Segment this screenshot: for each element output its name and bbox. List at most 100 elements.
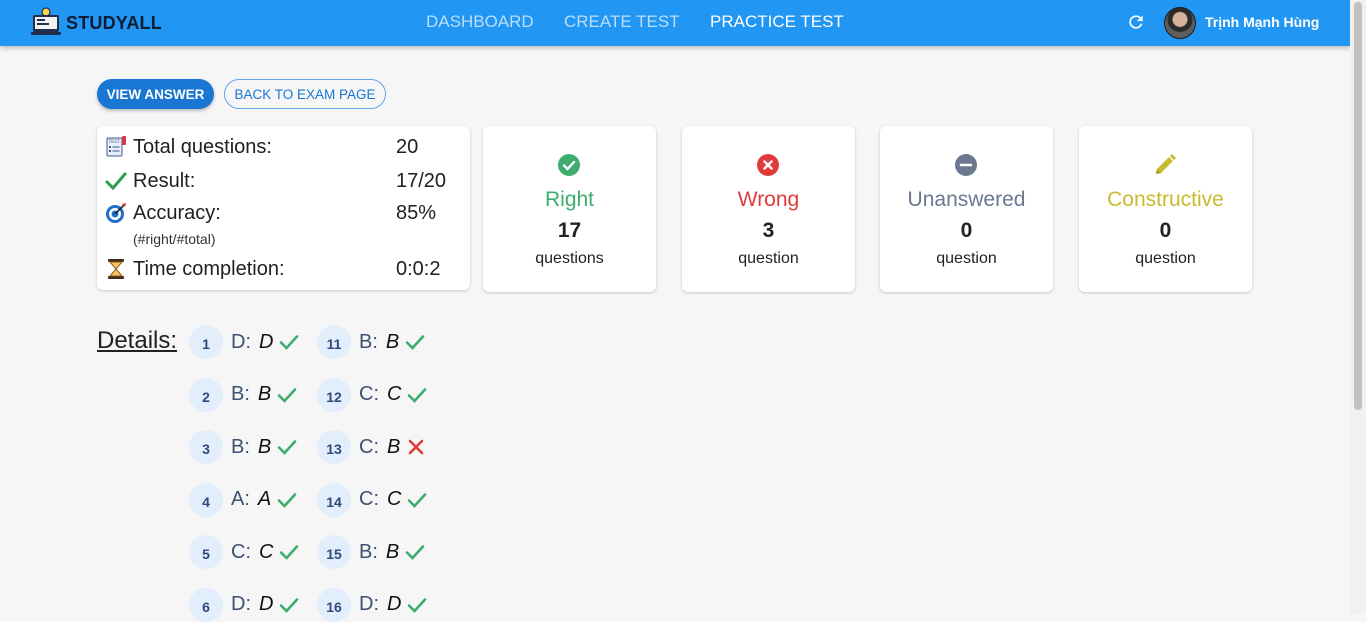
correct-key: B [231, 435, 245, 458]
question-number-badge[interactable]: 14 [317, 482, 351, 517]
avatar[interactable] [1164, 7, 1196, 39]
question-number-badge[interactable]: 13 [317, 430, 351, 464]
scrollbar-thumb[interactable] [1354, 2, 1362, 410]
question-number-badge[interactable]: 16 [317, 587, 351, 622]
accuracy-value: 85% [396, 202, 437, 224]
test-sheet-icon: TEST [106, 136, 126, 157]
correct-key: B [359, 330, 373, 353]
top-navbar: STUDYALL DASHBOARD CREATE TEST PRACTICE … [0, 0, 1350, 46]
correct-key: D [231, 330, 246, 353]
details-label: Details: [97, 327, 178, 354]
result-label: Result: [133, 169, 196, 192]
answer-item[interactable]: 5C:C [189, 535, 299, 569]
result-row: Result: [105, 169, 195, 193]
correct-check-icon [277, 492, 297, 508]
selected-answer: D [259, 330, 274, 353]
key-separator: : [245, 540, 252, 563]
answer-item[interactable]: 4A:A [189, 482, 297, 517]
correct-check-icon [280, 597, 299, 613]
correct-check-icon [408, 387, 427, 403]
stat-unit-unanswered: question [936, 250, 997, 267]
key-separator: : [373, 383, 380, 405]
user-name[interactable]: Trịnh Mạnh Hùng [1205, 14, 1319, 30]
selected-answer: D [259, 593, 274, 615]
key-separator: : [245, 593, 252, 615]
key-separator: : [372, 330, 378, 353]
nav-dashboard[interactable]: DASHBOARD [426, 12, 534, 32]
correct-key: C [231, 540, 246, 563]
vertical-scrollbar[interactable] [1350, 0, 1366, 614]
question-number-badge[interactable]: 5 [189, 535, 223, 569]
minus-circle-icon [955, 154, 977, 176]
stat-count-wrong: 3 [762, 219, 775, 242]
view-answer-button[interactable]: VIEW ANSWER [97, 79, 214, 109]
question-number-badge[interactable]: 11 [317, 325, 351, 359]
key-separator: : [372, 540, 378, 563]
pencil-icon [1156, 154, 1176, 174]
stat-card-wrong: Wrong 3 question [682, 126, 855, 292]
question-number-badge[interactable]: 2 [189, 377, 223, 412]
studyall-logo-icon [31, 7, 61, 35]
answer-item[interactable]: 6D:D [189, 587, 299, 622]
nav-create-test[interactable]: CREATE TEST [564, 12, 680, 32]
time-completion-row: Time completion: [105, 257, 285, 281]
correct-check-icon [408, 597, 427, 613]
answer-item[interactable]: 15 B: B [317, 535, 425, 569]
correct-key: D [231, 593, 246, 615]
svg-text:TEST: TEST [108, 139, 120, 145]
correct-key: B [231, 383, 245, 405]
stat-card-constructive: Constructive 0 question [1079, 126, 1252, 292]
answer-item[interactable]: 12 C: C [317, 377, 427, 412]
correct-key: C [359, 435, 374, 458]
answer-item[interactable]: 1D:D [189, 325, 299, 359]
answer-item[interactable]: 14 C: C [317, 482, 427, 517]
brand[interactable]: STUDYALL [30, 6, 162, 40]
stat-title-constructive: Constructive [1107, 188, 1224, 211]
stat-unit-right: questions [535, 250, 604, 267]
selected-answer: C [387, 488, 402, 510]
stat-title-right: Right [544, 188, 595, 211]
selected-answer: B [387, 435, 401, 458]
back-to-exam-button[interactable]: BACK TO EXAM PAGE [224, 79, 386, 109]
question-number-badge[interactable]: 4 [189, 482, 223, 517]
correct-check-icon [277, 440, 297, 455]
total-questions-label: Total questions: [133, 135, 272, 158]
answer-item[interactable]: 11 B: B [317, 325, 425, 359]
total-questions-value: 20 [396, 136, 419, 158]
correct-check-icon [405, 335, 425, 350]
selected-answer: D [387, 593, 402, 615]
answer-item[interactable]: 2B:B [189, 377, 297, 412]
key-separator: : [245, 330, 252, 353]
stat-title-unanswered: Unanswered [907, 188, 1026, 211]
selected-answer: A [257, 488, 272, 510]
nav-practice-test[interactable]: PRACTICE TEST [710, 12, 844, 32]
selected-answer: C [259, 540, 274, 563]
answer-item[interactable]: 13 C: B [317, 430, 426, 464]
question-number-badge[interactable]: 6 [189, 587, 223, 622]
question-number-badge[interactable]: 1 [189, 325, 223, 359]
answer-item[interactable]: 16 D: D [317, 587, 427, 622]
selected-answer: C [387, 383, 402, 405]
stat-card-right: Right 17 questions [483, 126, 656, 292]
key-separator: : [244, 435, 250, 458]
stat-unit-constructive: question [1135, 250, 1196, 267]
stat-count-right: 17 [557, 219, 582, 242]
correct-key: B [359, 540, 373, 563]
refresh-icon[interactable] [1126, 12, 1146, 32]
correct-key: A [231, 488, 245, 510]
question-number-badge[interactable]: 12 [317, 377, 351, 412]
stat-title-wrong: Wrong [737, 188, 800, 211]
correct-check-icon [408, 492, 427, 508]
accuracy-note: (#right/#total) [133, 231, 216, 247]
correct-check-icon [277, 387, 297, 403]
accuracy-label: Accuracy: [133, 201, 221, 224]
wrong-x-icon [409, 439, 424, 455]
question-number-badge[interactable]: 3 [189, 430, 223, 464]
question-number-badge[interactable]: 15 [317, 535, 351, 569]
stat-unit-wrong: question [738, 250, 799, 267]
key-separator: : [244, 488, 250, 510]
target-icon [106, 203, 126, 223]
stat-card-unanswered: Unanswered 0 question [880, 126, 1053, 292]
answer-item[interactable]: 3B:B [189, 430, 297, 464]
correct-check-icon [405, 545, 425, 560]
